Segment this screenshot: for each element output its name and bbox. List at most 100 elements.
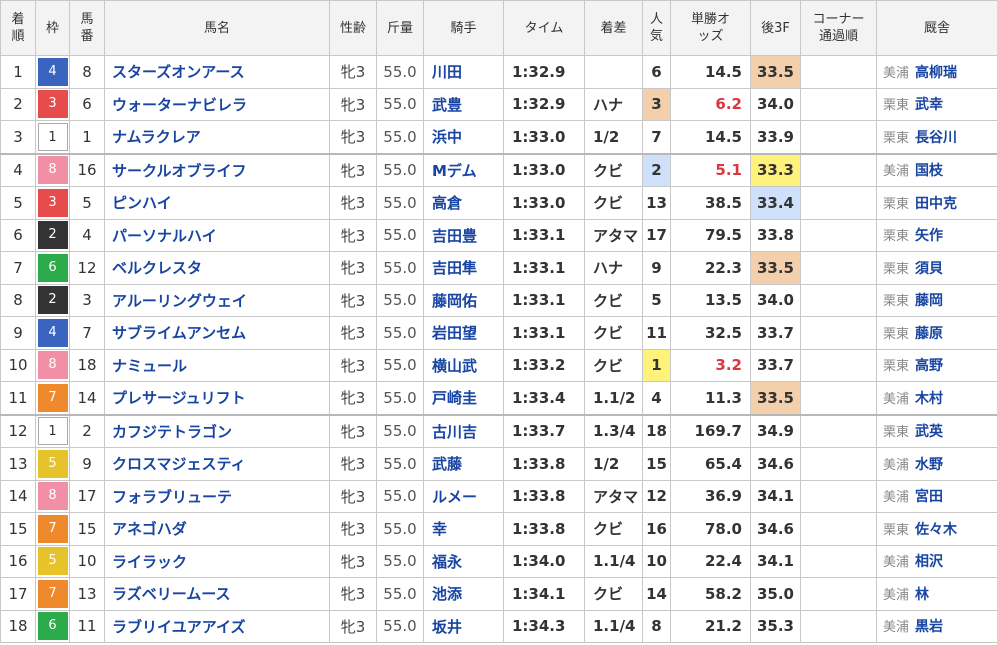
trainer-link[interactable]: 宮田	[915, 489, 943, 505]
jockey-link[interactable]: 藤岡佑	[423, 283, 504, 317]
trainer-link[interactable]: 国枝	[915, 163, 943, 179]
header-umaban[interactable]: 馬番	[69, 0, 105, 56]
jockey-link[interactable]: 川田	[423, 55, 504, 89]
jockey-link[interactable]: 岩田望	[423, 316, 504, 350]
rank-cell: 8	[0, 283, 36, 317]
header-horse-name[interactable]: 馬名	[104, 0, 330, 56]
trainer-link[interactable]: 木村	[915, 391, 943, 407]
time-cell: 1:32.9	[503, 87, 585, 121]
trainer-link[interactable]: 藤原	[915, 326, 943, 342]
jockey-link[interactable]: 幸	[423, 512, 504, 546]
waku-badge: 5	[37, 449, 68, 478]
trainer-link[interactable]: 高野	[915, 358, 943, 374]
jockey-link[interactable]: 武豊	[423, 87, 504, 121]
jockey-link[interactable]: 福永	[423, 544, 504, 578]
header-weight[interactable]: 斤量	[376, 0, 424, 56]
trainer-link[interactable]: 武英	[915, 424, 943, 440]
jockey-link[interactable]: 吉田豊	[423, 218, 504, 252]
time-cell: 1:34.1	[503, 577, 585, 611]
last3f-cell: 34.6	[750, 512, 801, 546]
horse-name-link[interactable]: ウォーターナビレラ	[104, 87, 330, 121]
margin-cell: 1.1/2	[584, 381, 643, 415]
jockey-link[interactable]: 古川吉	[423, 413, 504, 448]
horse-name-link[interactable]: サブライムアンセム	[104, 316, 330, 350]
horse-name-link[interactable]: サークルオブライフ	[104, 152, 330, 187]
horse-name-link[interactable]: ラブリイユアアイズ	[104, 609, 330, 643]
margin-cell: 1.1/4	[584, 544, 643, 578]
header-popularity[interactable]: 人気	[642, 0, 671, 56]
waku-cell: 4	[35, 316, 70, 350]
horse-name-link[interactable]: ラズベリームース	[104, 577, 330, 611]
jockey-link[interactable]: Mデム	[423, 152, 504, 187]
corner-cell	[800, 87, 877, 121]
waku-cell: 5	[35, 544, 70, 578]
trainer-link[interactable]: 矢作	[915, 228, 943, 244]
trainer-link[interactable]: 相沢	[915, 554, 943, 570]
time-cell: 1:33.2	[503, 348, 585, 382]
horse-name-link[interactable]: ピンハイ	[104, 186, 330, 220]
horse-name-link[interactable]: スターズオンアース	[104, 55, 330, 89]
jockey-link[interactable]: ルメー	[423, 479, 504, 513]
header-margin[interactable]: 着差	[584, 0, 643, 56]
trainer-link[interactable]: 須貝	[915, 261, 943, 277]
trainer-link[interactable]: 藤岡	[915, 293, 943, 309]
header-waku[interactable]: 枠	[35, 0, 70, 56]
time-cell: 1:33.4	[503, 381, 585, 415]
odds-cell: 14.5	[670, 120, 751, 154]
header-rank[interactable]: 着順	[0, 0, 36, 56]
corner-cell	[800, 447, 877, 481]
margin-cell: アタマ	[584, 218, 643, 252]
waku-badge: 2	[37, 221, 68, 250]
trainer-link[interactable]: 長谷川	[915, 130, 957, 146]
trainer-link[interactable]: 高柳瑞	[915, 65, 957, 81]
odds-cell: 14.5	[670, 55, 751, 89]
popularity-cell: 4	[642, 381, 671, 415]
jockey-link[interactable]: 坂井	[423, 609, 504, 643]
horse-name-link[interactable]: プレサージュリフト	[104, 381, 330, 415]
jockey-link[interactable]: 高倉	[423, 186, 504, 220]
trainer-link[interactable]: 黒岩	[915, 619, 943, 635]
stable-cell: 栗東 田中克	[876, 186, 997, 220]
horse-name-link[interactable]: パーソナルハイ	[104, 218, 330, 252]
sex-age-cell: 牝3	[329, 479, 377, 513]
trainer-link[interactable]: 武幸	[915, 97, 943, 113]
jockey-link[interactable]: 武藤	[423, 447, 504, 481]
jockey-link[interactable]: 横山武	[423, 348, 504, 382]
horse-name-link[interactable]: ナミュール	[104, 348, 330, 382]
result-row: 9 4 7 サブライムアンセム 牝3 55.0 岩田望 1:33.1 クビ 11…	[0, 316, 997, 350]
waku-badge: 7	[37, 579, 68, 608]
header-corner[interactable]: コーナー通過順	[800, 0, 877, 56]
jockey-link[interactable]: 浜中	[423, 120, 504, 154]
weight-cell: 55.0	[376, 609, 424, 643]
horse-name-link[interactable]: カフジテトラゴン	[104, 413, 330, 448]
trainer-link[interactable]: 林	[915, 587, 929, 603]
margin-cell: ハナ	[584, 251, 643, 285]
jockey-link[interactable]: 池添	[423, 577, 504, 611]
last3f-cell: 33.3	[750, 152, 801, 187]
popularity-cell: 6	[642, 55, 671, 89]
stable-region: 栗東	[883, 425, 910, 441]
waku-cell: 2	[35, 283, 70, 317]
umaban-cell: 4	[69, 218, 105, 252]
trainer-link[interactable]: 田中克	[915, 196, 957, 212]
last3f-cell: 33.5	[750, 381, 801, 415]
trainer-link[interactable]: 水野	[915, 457, 943, 473]
horse-name-link[interactable]: アルーリングウェイ	[104, 283, 330, 317]
jockey-link[interactable]: 吉田隼	[423, 251, 504, 285]
header-odds[interactable]: 単勝オッズ	[670, 0, 751, 56]
header-jockey[interactable]: 騎手	[423, 0, 504, 56]
trainer-link[interactable]: 佐々木	[915, 522, 957, 538]
stable-region: 美浦	[883, 391, 910, 407]
horse-name-link[interactable]: アネゴハダ	[104, 512, 330, 546]
header-time[interactable]: タイム	[503, 0, 585, 56]
header-sex-age[interactable]: 性齢	[329, 0, 377, 56]
jockey-link[interactable]: 戸崎圭	[423, 381, 504, 415]
horse-name-link[interactable]: フォラブリューテ	[104, 479, 330, 513]
horse-name-link[interactable]: ベルクレスタ	[104, 251, 330, 285]
horse-name-link[interactable]: クロスマジェスティ	[104, 447, 330, 481]
corner-cell	[800, 55, 877, 89]
horse-name-link[interactable]: ナムラクレア	[104, 120, 330, 154]
header-last3f[interactable]: 後3F	[750, 0, 801, 56]
header-stable[interactable]: 厩舎	[876, 0, 997, 56]
horse-name-link[interactable]: ライラック	[104, 544, 330, 578]
